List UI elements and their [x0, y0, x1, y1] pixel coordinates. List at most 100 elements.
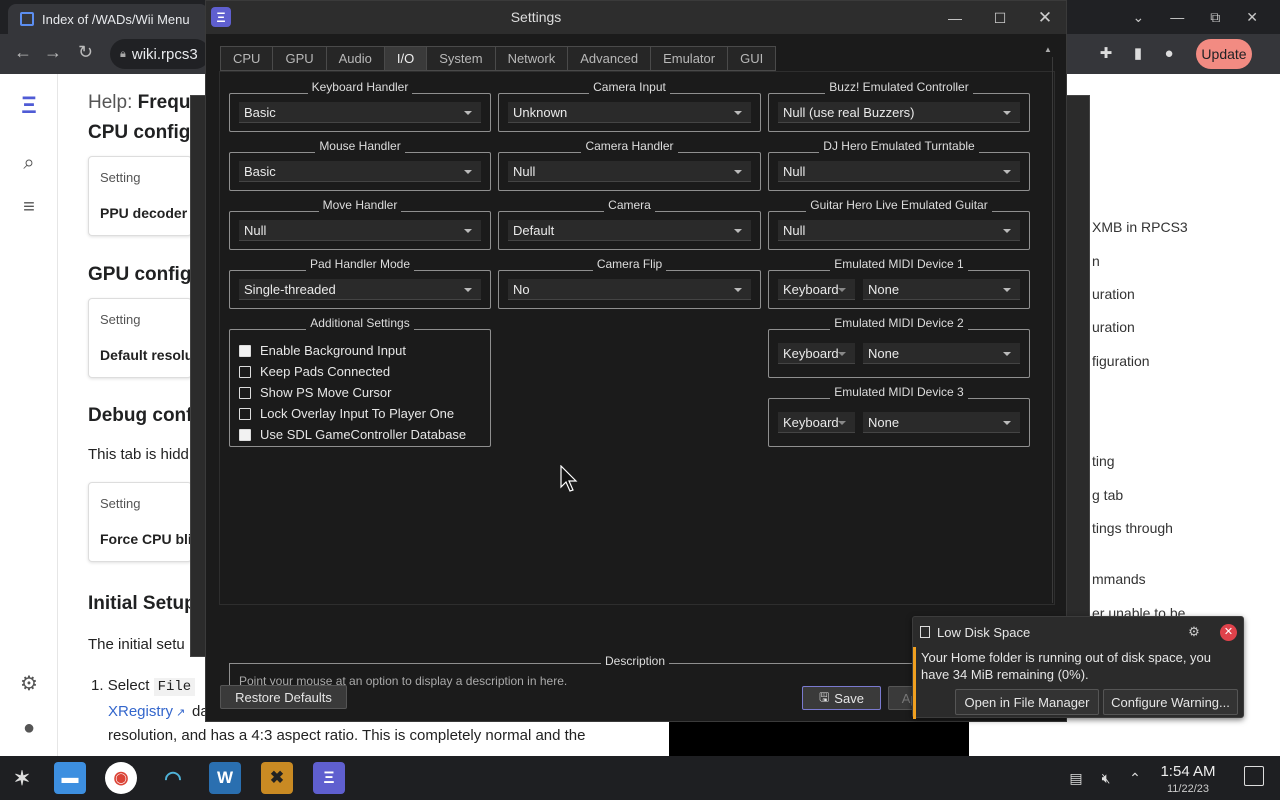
clock-date[interactable]: 11/22/23 — [1156, 783, 1220, 795]
midi-1-device-select[interactable]: None — [863, 279, 1020, 300]
tab-io[interactable]: I/O — [383, 46, 427, 71]
toc-item[interactable]: tings through — [1092, 520, 1173, 536]
midi-3-device-select[interactable]: None — [863, 412, 1020, 433]
mouse-handler-select[interactable]: Basic — [239, 161, 481, 182]
chevron-down-icon — [464, 111, 472, 115]
checkbox-label: Enable Background Input — [260, 343, 406, 358]
maximize-icon[interactable]: ☐ — [988, 6, 1012, 30]
tab-network[interactable]: Network — [494, 46, 568, 71]
chevron-up-icon[interactable]: ⌃ — [1126, 768, 1144, 788]
camera-flip-select[interactable]: No — [508, 279, 751, 300]
profile-icon[interactable]: ● — [1160, 45, 1178, 63]
tab-gui[interactable]: GUI — [727, 46, 777, 71]
tab-gpu[interactable]: GPU — [272, 46, 326, 71]
dolphin-emulator-icon[interactable]: ◠ — [157, 762, 189, 794]
midi-device-2-group: Emulated MIDI Device 2 Keyboard None — [768, 316, 1030, 378]
save-button[interactable]: 🖫 Save — [802, 686, 881, 710]
side-panel-icon[interactable]: ▮ — [1129, 45, 1147, 63]
move-handler-select[interactable]: Null — [239, 220, 481, 241]
toc-item[interactable]: uration — [1092, 286, 1135, 302]
toc-item[interactable]: figuration — [1092, 353, 1150, 369]
checkbox-box — [239, 386, 251, 399]
clipboard-icon[interactable]: ▤ — [1067, 768, 1085, 788]
background-input-checkbox[interactable]: Enable Background Input — [239, 340, 466, 361]
midi-3-type-select[interactable]: Keyboard — [778, 412, 855, 433]
tab-advanced[interactable]: Advanced — [567, 46, 651, 71]
setup-step-1: 1. Select File — [91, 677, 196, 696]
show-ps-move-cursor-checkbox[interactable]: Show PS Move Cursor — [239, 382, 466, 403]
guitar-hero-select[interactable]: Null — [778, 220, 1020, 241]
camera-select[interactable]: Default — [508, 220, 751, 241]
tab-cpu[interactable]: CPU — [220, 46, 273, 71]
minimize-icon[interactable]: — — [943, 6, 967, 30]
address-text: wiki.rpcs3 — [131, 45, 198, 63]
sdl-gamecontroller-db-checkbox[interactable]: Use SDL GameController Database — [239, 424, 466, 445]
browser-tab[interactable]: Index of /WADs/Wii Menu — [8, 4, 208, 34]
description-title: Description — [600, 654, 670, 668]
tab-emulator[interactable]: Emulator — [650, 46, 728, 71]
file-manager-icon[interactable]: ▬ — [54, 762, 86, 794]
dialog-titlebar[interactable]: Ξ Settings — ☐ ✕ — [206, 1, 1066, 34]
wiki-logo-icon[interactable]: Ξ — [17, 94, 41, 118]
keep-pads-connected-checkbox[interactable]: Keep Pads Connected — [239, 361, 466, 382]
xregistry-link[interactable]: XRegistry ↗ — [108, 703, 185, 720]
show-desktop-icon[interactable] — [1244, 766, 1264, 786]
buzz-controller-select[interactable]: Null (use real Buzzers) — [778, 102, 1020, 123]
dj-hero-select[interactable]: Null — [778, 161, 1020, 182]
combo-value: None — [868, 345, 900, 361]
camera-handler-select[interactable]: Null — [508, 161, 751, 182]
tab-system[interactable]: System — [426, 46, 495, 71]
card-header: Setting — [100, 170, 141, 185]
midi-1-type-select[interactable]: Keyboard — [778, 279, 855, 300]
user-icon[interactable]: ● — [17, 716, 41, 740]
clock-time[interactable]: 1:54 AM — [1156, 763, 1220, 780]
combo-value: Keyboard — [783, 414, 839, 430]
configure-icon[interactable]: ⚙ — [1185, 623, 1203, 641]
close-icon[interactable]: ✕ — [1220, 624, 1237, 641]
scroll-up-icon[interactable]: ▲ — [1043, 45, 1053, 54]
settings-icon[interactable]: ⚙ — [17, 672, 41, 696]
open-file-manager-button[interactable]: Open in File Manager — [955, 689, 1099, 715]
close-icon[interactable]: ✕ — [1033, 6, 1057, 30]
panel-scrollbar[interactable]: ▲ — [1043, 45, 1053, 605]
buzz-controller-group: Buzz! Emulated Controller Null (use real… — [768, 80, 1030, 132]
tab-search-icon[interactable]: ⌄ — [1133, 9, 1145, 26]
close-icon[interactable]: ✕ — [1246, 9, 1258, 26]
extensions-icon[interactable]: ✚ — [1097, 45, 1115, 63]
menu-icon[interactable]: ≡ — [17, 195, 41, 219]
archive-manager-icon[interactable]: ✖ — [261, 762, 293, 794]
tab-audio[interactable]: Audio — [325, 46, 384, 71]
toc-item[interactable]: g tab — [1092, 487, 1123, 503]
warning-accent-bar — [913, 647, 916, 719]
toc-item[interactable]: mmands — [1092, 571, 1146, 587]
document-icon — [920, 626, 930, 638]
toc-item[interactable]: n — [1092, 253, 1100, 269]
volume-muted-icon[interactable]: 🔇︎ — [1097, 768, 1115, 788]
lock-overlay-input-checkbox[interactable]: Lock Overlay Input To Player One — [239, 403, 466, 424]
chevron-down-icon — [1003, 352, 1011, 356]
address-bar[interactable]: 🔒︎ wiki.rpcs3 — [110, 39, 210, 69]
midi-2-device-select[interactable]: None — [863, 343, 1020, 364]
toc-item[interactable]: uration — [1092, 319, 1135, 335]
writer-icon[interactable]: W — [209, 762, 241, 794]
restore-defaults-button[interactable]: Restore Defaults — [220, 685, 347, 709]
search-icon[interactable]: ⌕ — [17, 151, 41, 175]
reload-icon[interactable]: ↻ — [78, 42, 93, 63]
chrome-icon[interactable]: ◉ — [105, 762, 137, 794]
midi-2-type-select[interactable]: Keyboard — [778, 343, 855, 364]
configure-warning-button[interactable]: Configure Warning... — [1103, 689, 1238, 715]
combo-value: Null — [513, 163, 536, 179]
toc-item[interactable]: ting — [1092, 453, 1115, 469]
update-button[interactable]: Update — [1196, 39, 1252, 69]
restore-icon[interactable]: ⧉ — [1210, 9, 1220, 26]
keyboard-handler-select[interactable]: Basic — [239, 102, 481, 123]
toc-item[interactable]: XMB in RPCS3 — [1092, 219, 1188, 235]
back-icon[interactable]: ← — [14, 42, 32, 63]
application-launcher-icon[interactable]: ✶ — [6, 762, 38, 794]
forward-icon[interactable]: → — [44, 42, 62, 63]
minimize-icon[interactable]: — — [1170, 9, 1184, 25]
checkbox-box — [239, 407, 251, 420]
rpcs3-taskbar-icon[interactable]: Ξ — [313, 762, 345, 794]
pad-handler-mode-select[interactable]: Single-threaded — [239, 279, 481, 300]
camera-input-select[interactable]: Unknown — [508, 102, 751, 123]
